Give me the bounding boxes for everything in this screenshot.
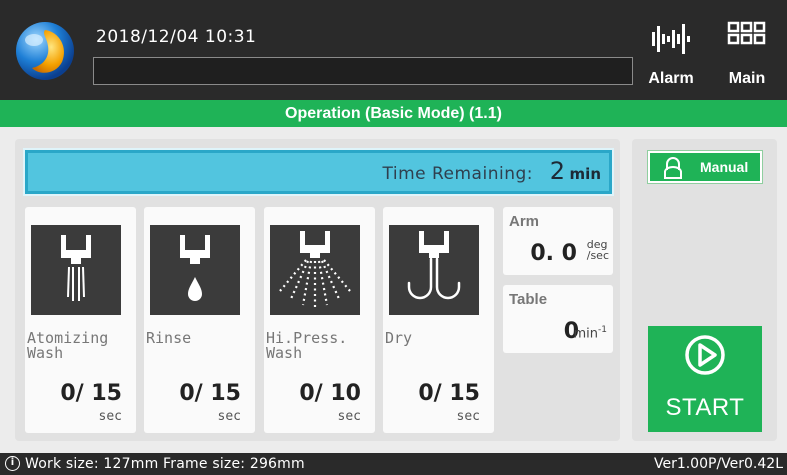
- step-count: 0/ 10: [299, 381, 361, 406]
- step-unit: sec: [98, 409, 122, 424]
- arm-value: 0. 0: [530, 241, 577, 266]
- start-button[interactable]: START: [648, 326, 762, 432]
- screen-title: Operation (Basic Mode) (1.1): [0, 100, 787, 127]
- arm-label: Arm: [509, 213, 540, 230]
- arm-unit-bottom: /sec: [586, 249, 609, 262]
- step-count: 0/ 15: [179, 381, 241, 406]
- step-unit: sec: [456, 409, 480, 424]
- step-name: Atomizing Wash: [27, 329, 109, 362]
- version-info: Ver1.00P/Ver0.42L: [653, 456, 783, 472]
- top-header: 2018/12/04 10:31 Alarm Main: [0, 0, 787, 100]
- manual-button[interactable]: Manual: [647, 150, 763, 184]
- size-info: Work size: 127mm Frame size: 296mm: [25, 456, 305, 472]
- play-icon: [685, 335, 725, 375]
- step-name: Hi.Press. Wash: [266, 329, 348, 362]
- control-panel: Manual START: [632, 139, 777, 441]
- step-dry: Dry 0/ 15 sec: [383, 207, 494, 433]
- time-remaining-bar: Time Remaining: 2 min: [23, 148, 614, 196]
- operator-icon: [664, 157, 682, 179]
- step-atomizing-wash: Atomizing Wash 0/ 15 sec: [25, 207, 136, 433]
- arm-speed-display: Arm 0. 0 deg /sec: [503, 207, 613, 275]
- operation-panel: Time Remaining: 2 min Atomizing Wash 0/ …: [15, 139, 620, 441]
- datetime-display: 2018/12/04 10:31: [96, 27, 257, 47]
- high-pressure-wash-icon: [270, 225, 360, 315]
- message-bar: [93, 57, 633, 85]
- time-remaining-unit: min: [569, 165, 601, 183]
- atomizing-wash-icon: [31, 225, 121, 315]
- table-unit: min-1: [573, 325, 608, 342]
- step-count: 0/ 15: [60, 381, 122, 406]
- logo-icon: [16, 22, 74, 80]
- info-icon: i: [5, 456, 20, 471]
- rinse-icon: [150, 225, 240, 315]
- manual-label: Manual: [700, 159, 749, 175]
- table-unit-text: min: [573, 326, 599, 342]
- step-name: Rinse: [146, 329, 192, 347]
- step-count: 0/ 15: [418, 381, 480, 406]
- step-high-pressure-wash: Hi.Press. Wash 0/ 10 sec: [264, 207, 375, 433]
- step-unit: sec: [217, 409, 241, 424]
- main-menu-button[interactable]: Main: [712, 14, 782, 92]
- main-label: Main: [728, 70, 766, 87]
- step-unit: sec: [337, 409, 361, 424]
- step-rinse: Rinse 0/ 15 sec: [144, 207, 255, 433]
- status-footer: i Work size: 127mm Frame size: 296mm Ver…: [0, 453, 787, 475]
- step-name: Dry: [385, 329, 413, 347]
- alarm-waveform-icon: [652, 24, 690, 54]
- alarm-button[interactable]: Alarm: [636, 14, 706, 92]
- grid-menu-icon: [727, 21, 766, 45]
- arm-unit: deg /sec: [587, 239, 609, 261]
- time-remaining-value: 2: [549, 157, 565, 185]
- alarm-label: Alarm: [648, 70, 694, 87]
- time-remaining-label: Time Remaining:: [382, 164, 533, 184]
- start-label: START: [665, 394, 745, 421]
- table-speed-display: Table 0 min-1: [503, 285, 613, 353]
- table-label: Table: [509, 291, 548, 308]
- dry-icon: [389, 225, 479, 315]
- table-unit-sup: -1: [598, 325, 607, 335]
